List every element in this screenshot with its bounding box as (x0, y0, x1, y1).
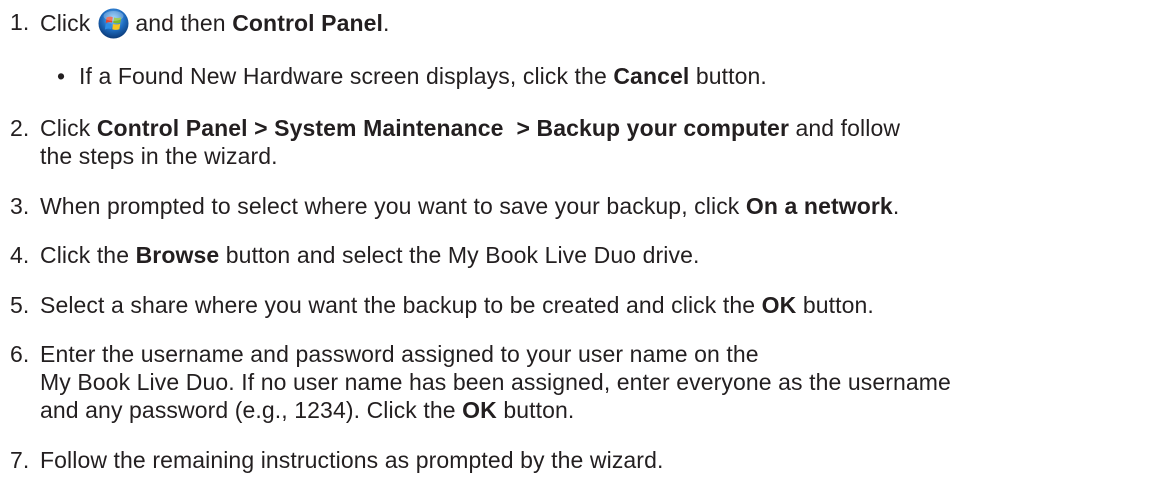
step-number: 7. (10, 447, 30, 473)
step-number: 5. (10, 292, 30, 318)
bold-term: Control Panel > System Maintenance > Bac… (96, 115, 789, 141)
bold-term: Browse (135, 242, 220, 268)
step-text: and then (135, 10, 226, 36)
step-text: Click the (40, 242, 130, 268)
bold-term: Cancel (613, 63, 690, 89)
step-text: the steps in the wizard. (40, 143, 278, 169)
step-text: Enter the username and password assigned… (40, 341, 759, 367)
bold-term: OK (761, 292, 797, 318)
step-text: Click (40, 115, 91, 141)
step-text: When prompted to select where you want t… (40, 193, 740, 219)
bold-term: On a network (745, 193, 893, 219)
bold-term: OK (462, 397, 497, 423)
step-text: My Book Live Duo. If no user name has be… (40, 369, 951, 395)
bullet-text: If a Found New Hardware screen displays,… (79, 63, 607, 89)
step-number: 2. (10, 115, 30, 141)
step-number: 1. (10, 9, 30, 35)
step-text: Select a share where you want the backup… (40, 292, 756, 318)
step-text: Click (40, 10, 91, 36)
instruction-list: 1. Click and then Control Panel. • If a … (0, 0, 1167, 477)
step-text: Follow the remaining instructions as pro… (40, 447, 664, 473)
step-number: 4. (10, 242, 30, 268)
bold-term: Control Panel (232, 10, 383, 36)
step-number: 3. (10, 193, 30, 219)
windows-start-orb-icon (98, 8, 129, 39)
bullet-dot: • (57, 63, 66, 89)
step-number: 6. (10, 341, 30, 367)
step-text: and any password (e.g., 1234). Click the (40, 397, 456, 423)
